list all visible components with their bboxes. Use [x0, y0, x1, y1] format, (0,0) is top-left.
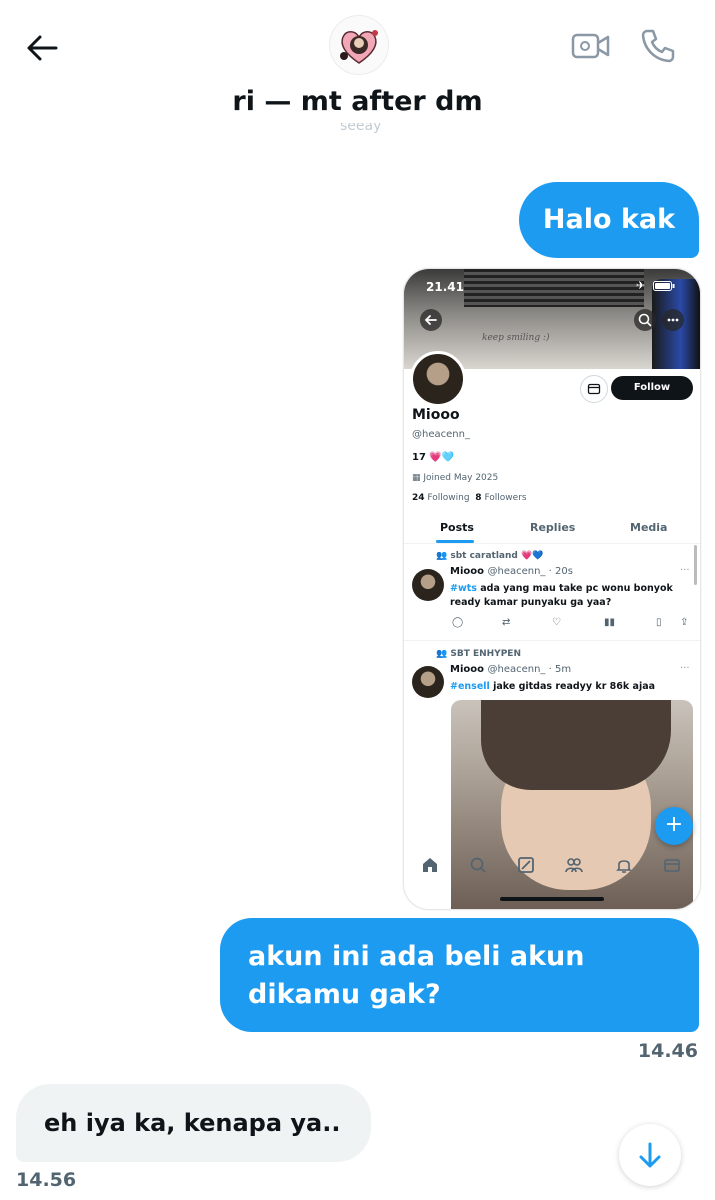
status-bar-icons: ✈ — [636, 279, 675, 292]
outgoing-message-bubble[interactable]: Halo kak — [519, 182, 699, 258]
community-icon: 👥 — [436, 551, 448, 561]
calendar-icon: ▦ — [412, 473, 421, 483]
tab-posts[interactable]: Posts — [440, 521, 474, 534]
profile-handle: @heacenn_ — [412, 429, 470, 440]
more-dots-icon — [667, 318, 679, 322]
bottom-navigation — [404, 849, 700, 885]
reply-icon[interactable]: ◯ — [452, 617, 463, 628]
conversation-avatar[interactable] — [329, 15, 389, 75]
profile-joined-date: ▦ Joined May 2025 — [412, 473, 498, 483]
status-bar-time: 21.41 — [426, 280, 464, 294]
community-icon: 👥 — [436, 649, 448, 659]
message-timestamp: 14.46 — [637, 1040, 698, 1062]
post-hashtag[interactable]: #ensell — [450, 681, 490, 692]
like-icon[interactable]: ♡ — [552, 617, 561, 628]
back-button[interactable] — [22, 28, 62, 68]
dm-header: ri — mt after dm seeay — [0, 0, 715, 160]
arrow-left-icon — [27, 35, 58, 61]
post-more-icon[interactable]: ··· — [680, 663, 690, 674]
search-icon[interactable] — [468, 855, 488, 875]
heart-sticker-avatar-image — [330, 16, 388, 74]
post-meta: @heacenn_ · 5m — [487, 664, 572, 675]
shared-profile-screenshot[interactable]: keep smiling :) 21.41 ✈ Follow Miooo @he… — [403, 268, 701, 910]
message-timestamp: 14.56 — [16, 1169, 77, 1191]
bookmark-icon[interactable]: ▯ — [656, 617, 662, 628]
following-count[interactable]: 24 — [412, 493, 425, 503]
follow-button[interactable]: Follow — [611, 376, 693, 400]
messages-icon[interactable] — [662, 855, 682, 875]
grok-icon[interactable] — [516, 855, 536, 875]
active-tab-indicator — [436, 540, 474, 543]
followers-label[interactable]: Followers — [484, 493, 526, 503]
post-author-name[interactable]: Miooo — [450, 664, 484, 675]
home-icon[interactable] — [420, 855, 440, 875]
message-text: akun ini ada beli akun dikamu gak? — [248, 941, 585, 1010]
search-icon — [638, 313, 652, 327]
post-author-avatar[interactable] — [412, 569, 444, 601]
battery-icon — [652, 281, 675, 291]
community-name: SBT ENHYPEN — [450, 649, 521, 659]
envelope-icon — [587, 383, 601, 395]
wall-scribble-text: keep smiling :) — [482, 333, 550, 343]
post-author-name[interactable]: Miooo — [450, 566, 484, 577]
communities-icon[interactable] — [564, 855, 584, 875]
arrow-down-icon — [639, 1142, 661, 1168]
bell-icon[interactable] — [614, 855, 634, 875]
repost-icon[interactable]: ⇄ — [502, 617, 510, 628]
followers-count[interactable]: 8 — [475, 493, 481, 503]
profile-name: Miooo — [412, 407, 460, 423]
post-community-label: 👥 sbt caratland 💗💙 — [436, 551, 543, 561]
feed-scrollbar[interactable] — [694, 545, 697, 585]
community-name: sbt caratland 💗💙 — [450, 551, 544, 561]
profile-search-button[interactable] — [634, 309, 656, 331]
photo-hair-shape — [481, 700, 671, 790]
video-camera-icon — [571, 33, 610, 59]
home-indicator-bar — [500, 897, 604, 901]
post-author-avatar[interactable] — [412, 666, 444, 698]
profile-bio: 17 💗🩵 — [412, 452, 455, 463]
post-text: #ensell jake gitdas readyy kr 86k ajaa — [450, 680, 686, 694]
profile-avatar[interactable] — [410, 351, 466, 407]
post-meta: @heacenn_ · 20s — [487, 566, 573, 577]
outgoing-message-bubble[interactable]: akun ini ada beli akun dikamu gak? — [220, 918, 699, 1032]
post-text: #wts ada yang mau take pc wonu bonyok re… — [450, 582, 686, 610]
compose-post-button[interactable]: + — [655, 807, 693, 845]
share-icon[interactable]: ⇪ — [680, 617, 688, 628]
post-author-line: Miooo @heacenn_ · 20s — [450, 566, 573, 577]
voice-call-button[interactable] — [638, 26, 678, 66]
profile-back-button[interactable] — [420, 309, 442, 331]
arrow-left-icon — [424, 315, 437, 325]
post-action-row: ◯ ⇄ ♡ ▮▮ ▯ ⇪ — [448, 617, 698, 631]
post-body: jake gitdas readyy kr 86k ajaa — [489, 681, 656, 692]
post-divider — [404, 640, 700, 641]
phone-icon — [641, 29, 675, 63]
conversation-title: ri — mt after dm — [232, 86, 483, 117]
video-call-button[interactable] — [571, 30, 611, 62]
profile-more-button[interactable] — [662, 309, 684, 331]
tab-media[interactable]: Media — [630, 521, 667, 534]
scroll-to-bottom-button[interactable] — [619, 1124, 681, 1186]
post-more-icon[interactable]: ··· — [680, 565, 690, 576]
window-blinds-shape — [464, 269, 644, 307]
header-ghost-text: seeay — [340, 123, 382, 134]
post-body: ada yang mau take pc wonu bonyok ready k… — [450, 583, 673, 608]
views-icon[interactable]: ▮▮ — [604, 617, 615, 628]
airplane-mode-icon: ✈ — [636, 279, 646, 292]
incoming-message-bubble[interactable]: eh iya ka, kenapa ya.. — [16, 1084, 371, 1162]
profile-tabs: Posts Replies Media — [404, 513, 700, 544]
joined-text: Joined May 2025 — [423, 473, 499, 483]
post-community-label: 👥 SBT ENHYPEN — [436, 649, 521, 659]
following-label[interactable]: Following — [427, 493, 469, 503]
message-user-button[interactable] — [580, 375, 608, 403]
profile-follow-counts: 24 Following 8 Followers — [412, 493, 527, 503]
post-author-line: Miooo @heacenn_ · 5m — [450, 664, 571, 675]
tab-replies[interactable]: Replies — [530, 521, 575, 534]
post-hashtag[interactable]: #wts — [450, 583, 477, 594]
